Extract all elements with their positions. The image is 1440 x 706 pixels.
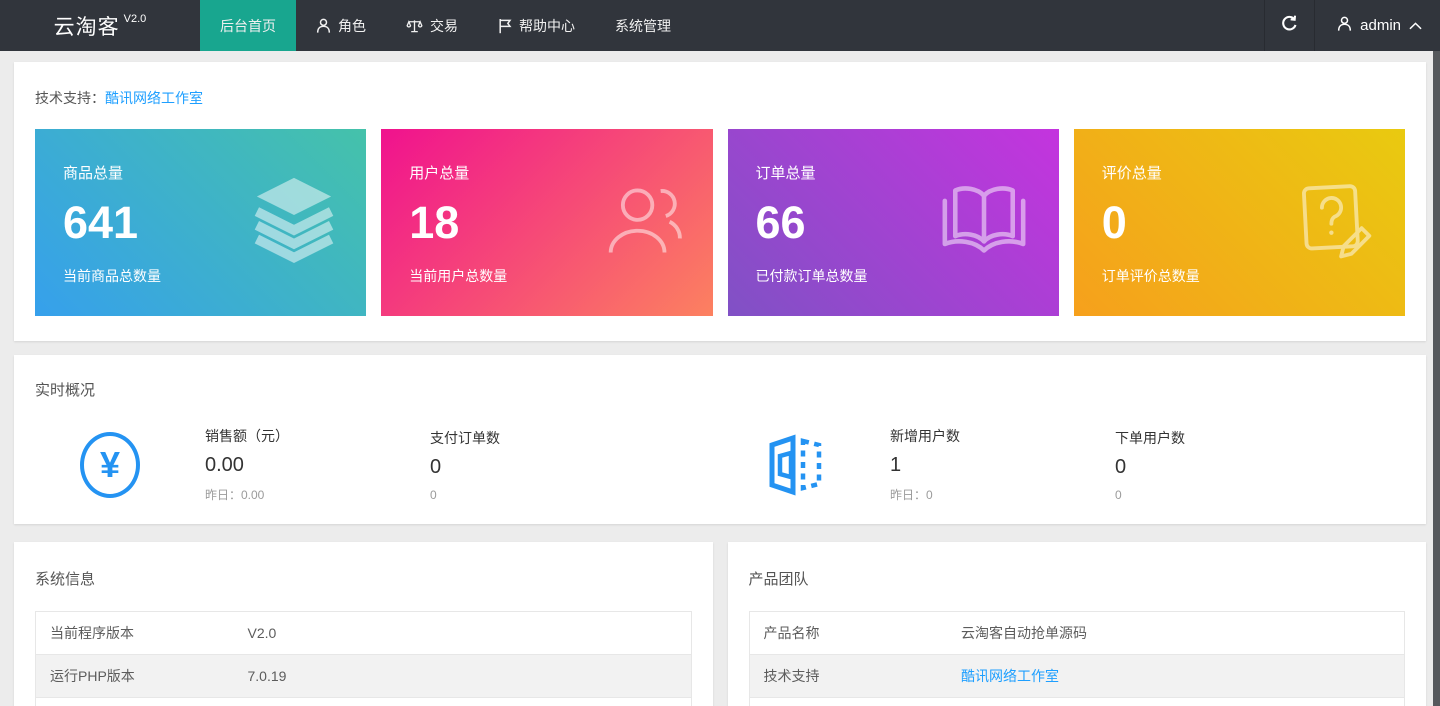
realtime-row: ¥ 销售额（元） 0.00 昨日：0.00 支付订单数 0 0 [35,426,1405,503]
stat-sub: 0 [1115,488,1320,502]
app-title: 云淘客 [54,11,120,41]
refresh-button[interactable] [1264,0,1314,51]
stat-card-subtitle: 当前用户总数量 [409,266,684,286]
stat-cards: 商品总量 641 当前商品总数量 用户总量 18 当前用户总数量 [35,129,1405,316]
support-link[interactable]: 酷讯网络工作室 [105,90,203,106]
support-line: 技术支持：酷讯网络工作室 [35,88,1405,108]
stat-card-users: 用户总量 18 当前用户总数量 [381,129,712,316]
nav-tab-trade[interactable]: 交易 [386,0,478,51]
stat-label: 支付订单数 [430,428,635,448]
realtime-sales-group: ¥ 销售额（元） 0.00 昨日：0.00 支付订单数 0 0 [35,426,720,503]
table-row: 产品说明 本产品只为学习测试交流,请勿要做商业或者用于违法行为,一切后果自负 [749,698,1405,706]
scales-icon [406,18,423,34]
row-value: 7.0.19 [234,655,692,698]
top-navbar: 云淘客 V2.0 后台首页 角色 交易 [0,0,1440,51]
table-row: 当前程序版本 V2.0 [36,612,692,655]
user-icon [316,18,331,34]
support-label: 技术支持： [35,90,105,106]
stat-card-subtitle: 订单评价总数量 [1102,266,1377,286]
stat-label: 销售额（元） [205,426,410,446]
app-logo[interactable]: 云淘客 V2.0 [0,0,200,51]
row-label: 运行PHP版本 [36,655,234,698]
row-value: 云淘客自动抢单源码 [947,612,1405,655]
user-menu[interactable]: admin [1314,0,1440,51]
product-team-title: 产品团队 [749,568,1406,589]
row-label: 产品说明 [749,698,947,706]
product-team-table: 产品名称 云淘客自动抢单源码 技术支持 酷讯网络工作室 产品说明 本产品只为学习… [749,611,1406,706]
stat-sales: 销售额（元） 0.00 昨日：0.00 [185,426,410,503]
row-value: 5.1.38 LTS [234,698,692,706]
nav-tab-system-label: 系统管理 [615,16,671,36]
door-open-icon [720,432,870,498]
nav-tab-help[interactable]: 帮助中心 [478,0,595,51]
system-info-table: 当前程序版本 V2.0 运行PHP版本 7.0.19 ThinkPHP版本 5.… [35,611,692,706]
row-label: 技术支持 [749,655,947,698]
row-value-cell: 酷讯网络工作室 [947,655,1405,698]
review-pencil-icon [1295,179,1377,266]
layers-icon [250,177,338,268]
stat-card-subtitle: 已付款订单总数量 [756,266,1031,286]
table-row: 运行PHP版本 7.0.19 [36,655,692,698]
stat-card-reviews: 评价总量 0 订单评价总数量 [1074,129,1405,316]
stat-sub: 昨日：0 [890,486,1095,503]
users-icon [603,180,685,265]
row-value: 本产品只为学习测试交流,请勿要做商业或者用于违法行为,一切后果自负 [947,698,1405,706]
topbar-right: admin [1264,0,1440,51]
nav-tab-roles-label: 角色 [338,16,366,36]
tech-support-link[interactable]: 酷讯网络工作室 [961,668,1059,684]
realtime-users-group: 新增用户数 1 昨日：0 下单用户数 0 0 [720,426,1405,503]
stat-card-subtitle: 当前商品总数量 [63,266,338,286]
row-label: 当前程序版本 [36,612,234,655]
nav-tab-roles[interactable]: 角色 [296,0,386,51]
system-info-title: 系统信息 [35,568,692,589]
main-content: 技术支持：酷讯网络工作室 商品总量 641 当前商品总数量 用户总量 [0,51,1440,706]
stat-sub: 0 [430,488,635,502]
app-version: V2.0 [124,13,147,25]
nav-tab-trade-label: 交易 [430,16,458,36]
nav-tab-system[interactable]: 系统管理 [595,0,691,51]
stat-sub: 昨日：0.00 [205,486,410,503]
main-nav: 后台首页 角色 交易 [200,0,691,51]
row-label: 产品名称 [749,612,947,655]
row-value: V2.0 [234,612,692,655]
realtime-panel: 实时概况 ¥ 销售额（元） 0.00 昨日：0.00 支付订单数 0 0 [14,355,1426,524]
overview-panel: 技术支持：酷讯网络工作室 商品总量 641 当前商品总数量 用户总量 [14,62,1426,341]
user-icon [1337,16,1352,36]
bottom-row: 系统信息 当前程序版本 V2.0 运行PHP版本 7.0.19 ThinkPHP… [14,542,1426,706]
stat-card-products: 商品总量 641 当前商品总数量 [35,129,366,316]
refresh-icon [1280,14,1299,38]
stat-value: 0.00 [205,454,410,477]
stat-value: 0 [1115,456,1320,479]
nav-tab-home[interactable]: 后台首页 [200,0,296,51]
stat-card-orders: 订单总量 66 已付款订单总数量 [728,129,1059,316]
nav-tab-home-label: 后台首页 [220,16,276,36]
realtime-title: 实时概况 [35,379,1405,400]
system-info-panel: 系统信息 当前程序版本 V2.0 运行PHP版本 7.0.19 ThinkPHP… [14,542,713,706]
vertical-scrollbar[interactable] [1433,51,1440,706]
caret-up-icon [1409,17,1422,34]
product-team-panel: 产品团队 产品名称 云淘客自动抢单源码 技术支持 酷讯网络工作室 产品说明 本产… [728,542,1427,706]
table-row: ThinkPHP版本 5.1.38 LTS [36,698,692,706]
flag-icon [498,18,512,34]
nav-tab-help-label: 帮助中心 [519,16,575,36]
stat-card-title: 订单总量 [756,162,1031,183]
table-row: 技术支持 酷讯网络工作室 [749,655,1405,698]
stat-ordering-users: 下单用户数 0 0 [1095,428,1320,502]
stat-value: 1 [890,454,1095,477]
yen-circle-icon: ¥ [35,432,185,498]
row-label: ThinkPHP版本 [36,698,234,706]
username: admin [1360,17,1401,34]
stat-label: 下单用户数 [1115,428,1320,448]
stat-label: 新增用户数 [890,426,1095,446]
stat-new-users: 新增用户数 1 昨日：0 [870,426,1095,503]
stat-paid-orders: 支付订单数 0 0 [410,428,635,502]
table-row: 产品名称 云淘客自动抢单源码 [749,612,1405,655]
open-book-icon [937,182,1031,263]
stat-value: 0 [430,456,635,479]
